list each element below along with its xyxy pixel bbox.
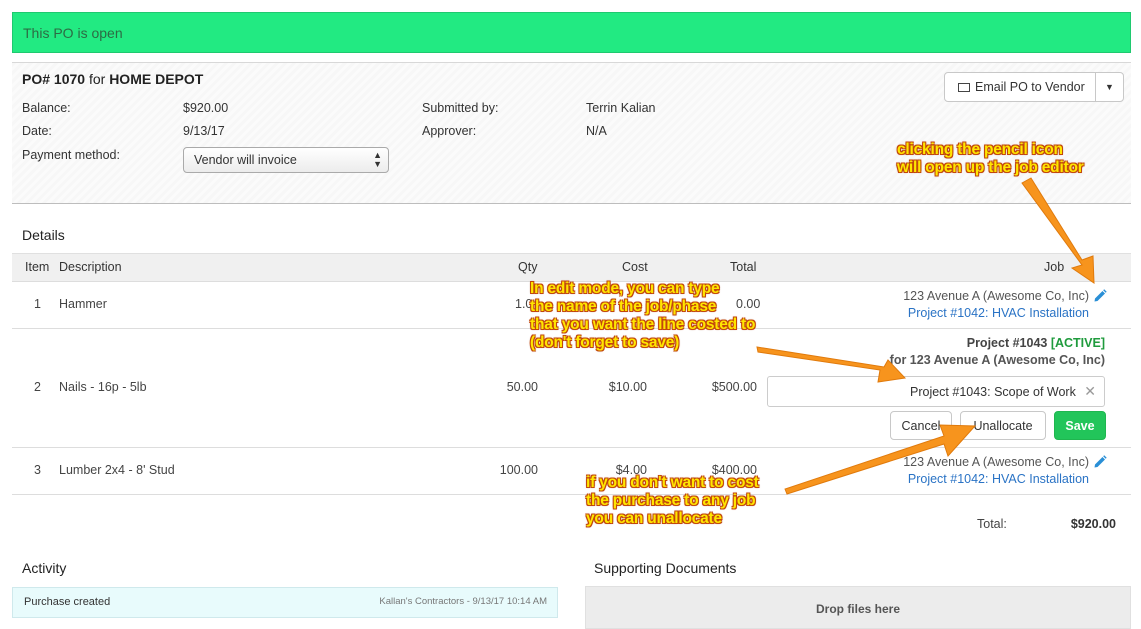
unallocate-button[interactable]: Unallocate xyxy=(960,411,1046,440)
job-search-value: Project #1043: Scope of Work xyxy=(910,385,1076,399)
row-qty: 100.00 xyxy=(499,463,538,477)
edit-project-name: Project #1043 xyxy=(966,336,1048,350)
callout-edit-line: that you want the line costed to xyxy=(530,316,756,333)
po-number: PO# 1070 xyxy=(22,71,86,87)
po-vendor: HOME DEPOT xyxy=(109,71,204,87)
job-search-input[interactable]: Project #1043: Scope of Work ✕ xyxy=(767,376,1105,407)
clear-icon[interactable]: ✕ xyxy=(1084,383,1096,400)
table-row: 3 Lumber 2x4 - 8' Stud 100.00 $4.00 $400… xyxy=(12,448,1131,495)
callout-edit-line: the name of the job/phase xyxy=(530,298,717,315)
email-dropdown-toggle[interactable]: ▼ xyxy=(1095,73,1123,101)
row-job-address: 123 Avenue A (Awesome Co, Inc) xyxy=(903,289,1089,303)
date-label: Date: xyxy=(22,124,52,138)
row-total: $500.00 xyxy=(711,380,757,394)
email-po-button[interactable]: Email PO to Vendor xyxy=(945,73,1096,101)
balance-label: Balance: xyxy=(22,101,71,115)
po-for: for xyxy=(88,71,106,87)
activity-meta: Kallan's Contractors - 9/13/17 10:14 AM xyxy=(379,596,547,607)
approver-value: N/A xyxy=(586,124,607,138)
header-qty: Qty xyxy=(518,260,538,274)
select-arrows-icon: ▲ ▼ xyxy=(373,150,382,169)
header-description: Description xyxy=(59,260,122,274)
callout-unallocate-line: you can unallocate xyxy=(586,510,722,527)
row-description: Nails - 16p - 5lb xyxy=(59,380,147,394)
caret-down-icon: ▼ xyxy=(1105,82,1114,92)
status-badge: [ACTIVE] xyxy=(1050,336,1105,350)
pencil-icon[interactable] xyxy=(1092,454,1108,470)
callout-pencil-line: will open up the job editor xyxy=(897,159,1084,176)
edit-project-for: for 123 Avenue A (Awesome Co, Inc) xyxy=(889,353,1105,367)
header-job: Job xyxy=(1044,260,1065,274)
header-total: Total xyxy=(730,260,757,274)
row-cost: $10.00 xyxy=(608,380,647,394)
header-cost: Cost xyxy=(622,260,648,274)
callout-pencil: clicking the pencil icon will open up th… xyxy=(897,141,1084,177)
balance-value: $920.00 xyxy=(183,101,229,115)
submitted-label: Submitted by: xyxy=(422,101,499,115)
pencil-icon[interactable] xyxy=(1092,288,1108,304)
row-qty: 50.00 xyxy=(506,380,538,394)
callout-pencil-line: clicking the pencil icon xyxy=(897,141,1063,158)
row-job-project-link[interactable]: Project #1042: HVAC Installation xyxy=(908,306,1089,320)
payment-label: Payment method: xyxy=(22,148,120,162)
envelope-icon xyxy=(958,83,970,92)
dropzone-text: Drop files here xyxy=(815,602,901,616)
details-title: Details xyxy=(22,227,65,243)
status-banner: This PO is open xyxy=(12,12,1131,53)
row-item: 2 xyxy=(34,380,41,394)
callout-edit-line: In edit mode, you can type xyxy=(530,280,720,297)
submitted-value: Terrin Kalian xyxy=(586,101,656,115)
callout-unallocate-line: the purchase to any job xyxy=(586,492,756,509)
payment-method-select[interactable]: Vendor will invoice ▲ ▼ xyxy=(183,147,389,173)
callout-edit-line: (don't forget to save) xyxy=(530,334,680,351)
email-po-label: Email PO to Vendor xyxy=(975,80,1085,94)
po-title: PO# 1070 for HOME DEPOT xyxy=(22,71,203,87)
file-dropzone[interactable]: Drop files here xyxy=(585,586,1131,629)
edit-project-heading: Project #1043 [ACTIVE] xyxy=(967,336,1105,350)
activity-title: Activity xyxy=(22,560,67,576)
activity-item: Purchase created Kallan's Contractors - … xyxy=(12,587,558,618)
row-item: 3 xyxy=(34,463,41,477)
email-po-button-group: Email PO to Vendor ▼ xyxy=(944,72,1124,102)
row-description: Hammer xyxy=(59,297,107,311)
row-description: Lumber 2x4 - 8' Stud xyxy=(59,463,175,477)
save-button[interactable]: Save xyxy=(1054,411,1106,440)
po-header: PO# 1070 for HOME DEPOT Balance: $920.00… xyxy=(12,62,1131,204)
callout-edit-mode: In edit mode, you can type the name of t… xyxy=(530,280,755,352)
cancel-button[interactable]: Cancel xyxy=(890,411,952,440)
total-value: $920.00 xyxy=(1070,517,1116,531)
table-header: Item Description Qty Cost Total Job xyxy=(12,253,1131,282)
row-item: 1 xyxy=(34,297,41,311)
callout-unallocate: if you don't want to cost the purchase t… xyxy=(586,474,759,528)
supporting-documents-title: Supporting Documents xyxy=(594,560,737,576)
row-job-project-link[interactable]: Project #1042: HVAC Installation xyxy=(908,472,1089,486)
header-item: Item xyxy=(25,260,50,274)
row-job-address: 123 Avenue A (Awesome Co, Inc) xyxy=(903,455,1089,469)
activity-text: Purchase created xyxy=(24,596,111,608)
date-value: 9/13/17 xyxy=(183,124,225,138)
callout-unallocate-line: if you don't want to cost xyxy=(586,474,759,491)
total-label: Total: xyxy=(977,517,1007,531)
status-text: This PO is open xyxy=(23,25,123,41)
approver-label: Approver: xyxy=(422,124,477,138)
payment-method-value: Vendor will invoice xyxy=(194,153,297,167)
